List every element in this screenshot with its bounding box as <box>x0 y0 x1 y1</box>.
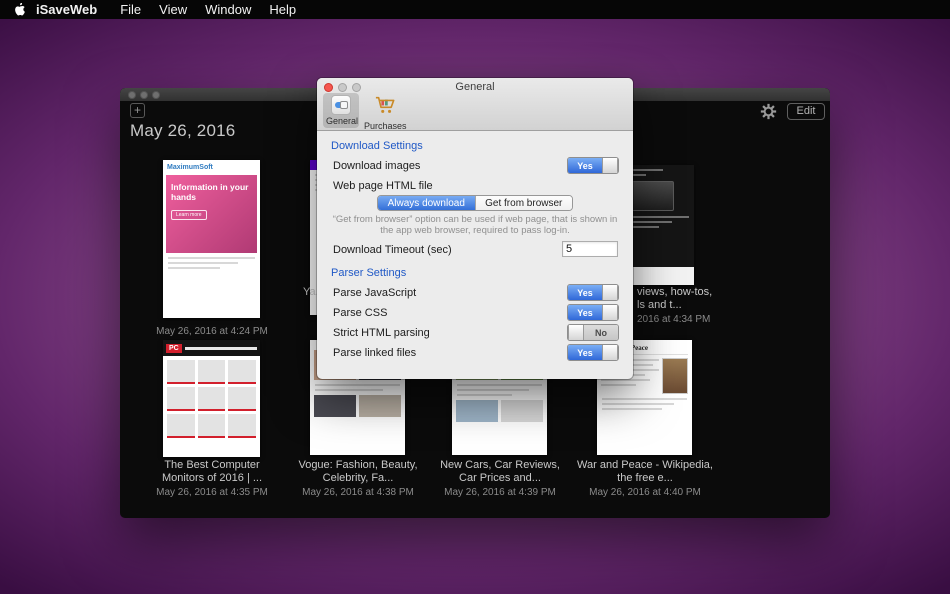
zoom-button[interactable] <box>152 91 160 99</box>
toggle-value: Yes <box>568 158 602 173</box>
toggle-value: No <box>584 325 618 340</box>
toolbar-tab-general[interactable]: General <box>323 93 359 128</box>
thumbnail-hero-image: Information in your hands Learn more <box>166 175 257 253</box>
toolbar-tab-purchases[interactable]: Purchases <box>361 93 409 133</box>
app-menu-title[interactable]: iSaveWeb <box>36 2 97 17</box>
placeholder-text-lines <box>602 398 687 410</box>
thumbnail-photos <box>456 400 543 422</box>
placeholder-text-lines <box>315 384 400 391</box>
download-images-toggle[interactable]: Yes <box>567 157 619 174</box>
pc-magazine-badge: PC <box>166 344 182 353</box>
saved-page-caption: The Best Computer Monitors of 2016 | ...… <box>132 459 292 499</box>
menu-bar: iSaveWeb File View Window Help <box>0 0 950 19</box>
toggle-knob <box>602 158 618 173</box>
parse-javascript-toggle[interactable]: Yes <box>567 284 619 301</box>
toggle-knob <box>602 345 618 360</box>
download-settings-heading: Download Settings <box>331 140 423 152</box>
thumbnail-photos <box>314 395 401 417</box>
saved-page-caption: New Cars, Car Reviews, Car Prices and...… <box>420 459 580 499</box>
wikipedia-infobox-image <box>662 358 688 394</box>
add-page-button[interactable]: + <box>130 103 145 118</box>
parse-javascript-label: Parse JavaScript <box>333 287 416 299</box>
apple-icon[interactable] <box>14 3 26 17</box>
parser-settings-heading: Parser Settings <box>331 267 406 279</box>
segment-get-from-browser[interactable]: Get from browser <box>475 196 573 210</box>
toggle-knob <box>602 285 618 300</box>
download-images-label: Download images <box>333 160 420 172</box>
preferences-dialog: General General Purchases Download Setti… <box>317 78 633 379</box>
parse-linked-files-toggle[interactable]: Yes <box>567 344 619 361</box>
menu-view[interactable]: View <box>150 2 196 17</box>
parse-linked-files-label: Parse linked files <box>333 347 416 359</box>
thumbnail-product-grid <box>163 356 260 442</box>
parse-css-label: Parse CSS <box>333 307 387 319</box>
shopping-cart-icon <box>374 102 396 119</box>
saved-page-caption: views, how-tos, ls and t... 2016 at 4:34… <box>637 286 732 326</box>
toggle-value: Yes <box>568 285 602 300</box>
download-timeout-input[interactable] <box>562 241 618 257</box>
desktop: iSaveWeb File View Window Help + Edit Ma… <box>0 0 950 594</box>
saved-page-thumbnail-pc-monitors[interactable]: PC <box>163 340 260 457</box>
parse-css-toggle[interactable]: Yes <box>567 304 619 321</box>
saved-page-caption: Vogue: Fashion, Beauty, Celebrity, Fa...… <box>278 459 438 499</box>
menu-file[interactable]: File <box>111 2 150 17</box>
toggle-value: Yes <box>568 345 602 360</box>
thumbnail-masthead: PC <box>163 340 260 356</box>
html-file-segmented-control: Always download Get from browser <box>377 195 573 211</box>
minimize-button[interactable] <box>140 91 148 99</box>
web-page-html-file-label: Web page HTML file <box>333 180 433 192</box>
placeholder-text-lines <box>457 384 542 396</box>
saved-page-caption: War and Peace - Wikipedia, the free e...… <box>565 459 725 499</box>
menu-window[interactable]: Window <box>196 2 260 17</box>
download-timeout-label: Download Timeout (sec) <box>333 244 452 256</box>
edit-button[interactable]: Edit <box>787 103 825 120</box>
dialog-title: General <box>317 81 633 93</box>
toggle-knob <box>602 305 618 320</box>
menu-help[interactable]: Help <box>260 2 305 17</box>
strict-html-parsing-label: Strict HTML parsing <box>333 327 430 339</box>
general-switch-icon <box>331 95 351 115</box>
saved-page-caption: May 26, 2016 at 4:24 PM <box>132 324 292 338</box>
saved-page-thumbnail-maximumsoft[interactable]: MaximumSoft Information in your hands Le… <box>163 160 260 318</box>
maximumsoft-logo: MaximumSoft <box>163 160 260 173</box>
thumbnail-learn-more-button: Learn more <box>171 210 207 220</box>
toggle-value: Yes <box>568 305 602 320</box>
toggle-knob <box>568 325 584 340</box>
close-button[interactable] <box>128 91 136 99</box>
placeholder-text-lines <box>168 257 255 269</box>
date-group-header: May 26, 2016 <box>130 121 235 141</box>
gear-icon[interactable] <box>760 103 777 120</box>
strict-html-parsing-toggle[interactable]: No <box>567 324 619 341</box>
help-text: “Get from browser” option can be used if… <box>327 214 623 236</box>
segment-always-download[interactable]: Always download <box>378 196 475 210</box>
